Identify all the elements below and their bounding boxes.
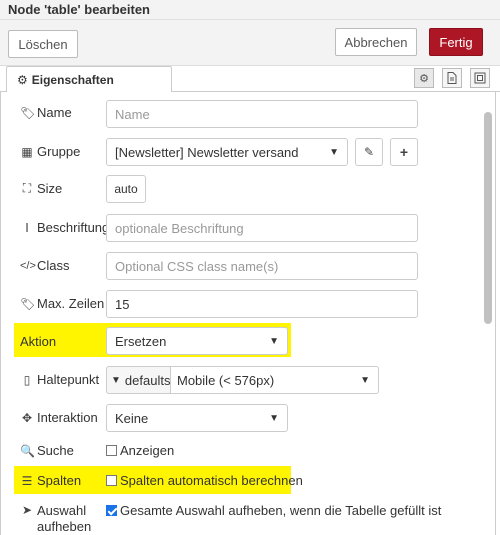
appearance-tab-icon[interactable] (470, 68, 490, 88)
size-label: ⛶ Size (20, 181, 63, 196)
panel-right-border (495, 92, 496, 535)
action-select[interactable]: Ersetzen ▼ (106, 327, 288, 355)
tab-properties-label: Eigenschaften (31, 72, 114, 87)
interaction-select[interactable]: Keine ▼ (106, 404, 288, 432)
window-titlebar: Node 'table' bearbeiten (0, 0, 500, 20)
settings-tab-icon[interactable]: ⚙ (414, 68, 434, 88)
columns-auto-checkbox[interactable] (106, 475, 117, 486)
max-rows-input[interactable]: 15 (106, 290, 418, 318)
deselect-label: ➤ Auswahl aufheben (21, 503, 92, 534)
delete-button[interactable]: Löschen (8, 30, 78, 58)
mobile-icon: ▯ (23, 372, 31, 387)
search-icon: 🔍 (20, 443, 35, 458)
group-select[interactable]: [Newsletter] Newsletter versand ▼ (106, 138, 348, 166)
caret-down-icon: ▼ (360, 375, 370, 386)
code-icon: </> (20, 259, 36, 272)
crosshair-icon: ✥ (21, 410, 33, 425)
pointer-icon: ➤ (21, 503, 33, 517)
caption-label: Ⅰ Beschriftung (20, 220, 109, 235)
window-title: Node 'table' bearbeiten (8, 2, 150, 17)
add-group-button[interactable]: + (390, 138, 418, 166)
gear-icon: ⚙ (17, 72, 28, 87)
cancel-button[interactable]: Abbrechen (335, 28, 417, 56)
search-show-checkbox-row[interactable]: Anzeigen (106, 443, 174, 458)
name-input[interactable]: Name (106, 100, 418, 128)
name-label: 🏷 Name (20, 105, 72, 120)
deselect-checkbox[interactable] (106, 505, 117, 516)
edit-group-button[interactable]: ✎ (355, 138, 383, 166)
pencil-icon: ✎ (363, 145, 375, 159)
size-icon: ⛶ (22, 181, 32, 195)
breakpoint-type-dropdown[interactable]: ▼ defaults: (106, 366, 174, 394)
file-icon (447, 72, 457, 84)
description-tab-icon[interactable] (442, 68, 462, 88)
action-toolbar: Löschen Abbrechen Fertig (0, 20, 500, 66)
breakpoint-select[interactable]: Mobile (< 576px) ▼ (170, 366, 379, 394)
search-show-checkbox[interactable] (106, 445, 117, 456)
action-label: Aktion (20, 334, 57, 349)
text-cursor-icon: Ⅰ (25, 220, 29, 235)
class-input[interactable]: Optional CSS class name(s) (106, 252, 418, 280)
scrollbar-thumb[interactable] (484, 112, 492, 324)
tab-properties[interactable]: ⚙ Eigenschaften (6, 66, 172, 93)
deselect-checkbox-row[interactable]: Gesamte Auswahl aufheben, wenn die Tabel… (106, 503, 441, 518)
chevron-down-icon: ▼ (329, 147, 339, 158)
caret-down-icon: ▼ (111, 374, 121, 386)
tag-icon: 🏷 (20, 296, 36, 311)
chevron-down-icon: ▼ (269, 413, 279, 424)
chevron-down-icon: ▼ (269, 336, 279, 347)
frame-icon (474, 72, 486, 84)
size-button[interactable]: auto (106, 175, 146, 203)
interaction-label: ✥ Interaktion (21, 410, 98, 425)
columns-icon: ☰ (21, 473, 33, 488)
columns-auto-checkbox-row[interactable]: Spalten automatisch berechnen (106, 473, 303, 488)
done-button[interactable]: Fertig (429, 28, 483, 56)
max-rows-label: 🏷 Max. Zeilen (20, 296, 105, 311)
columns-label: ☰ Spalten (21, 473, 82, 488)
search-label: 🔍 Suche (20, 443, 74, 458)
class-label: </> Class (20, 258, 70, 273)
caption-input[interactable]: optionale Beschriftung (106, 214, 418, 242)
gear-icon: ⚙ (419, 72, 429, 85)
tab-bar: ⚙ Eigenschaften ⚙ (0, 66, 500, 93)
group-label: ▦ Gruppe (21, 144, 81, 159)
table-icon: ▦ (21, 144, 33, 159)
breakpoint-label: ▯ Haltepunkt (20, 372, 99, 387)
plus-icon: + (399, 144, 409, 160)
tag-icon: 🏷 (20, 105, 36, 120)
